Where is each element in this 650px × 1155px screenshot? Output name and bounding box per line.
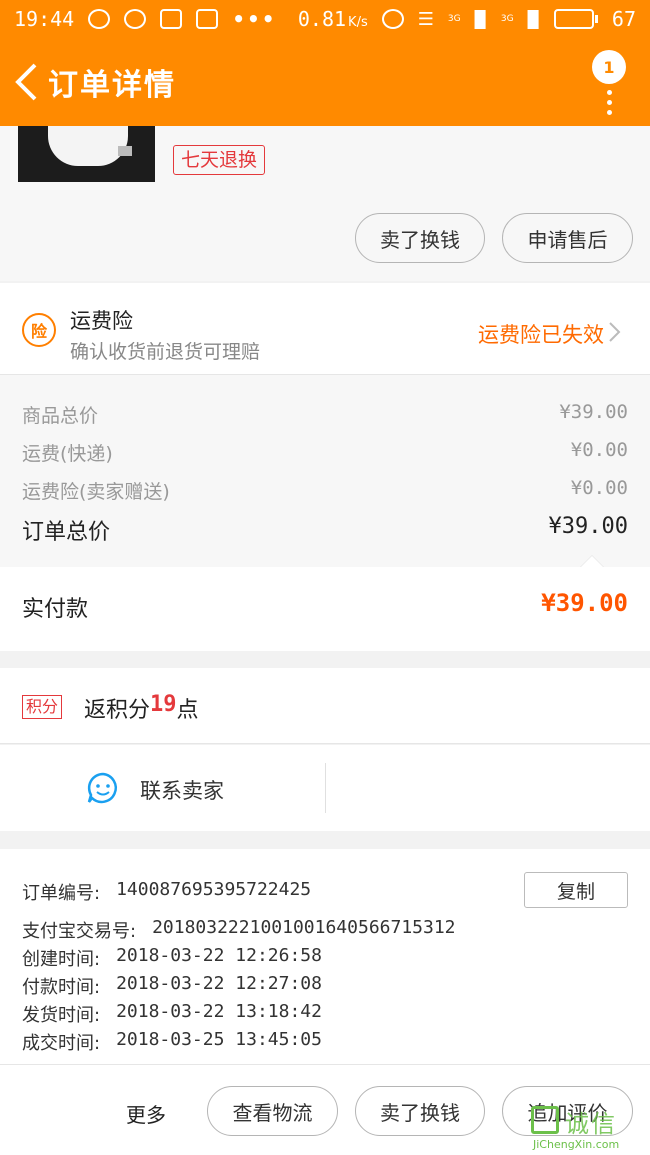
paid-time-row: 付款时间: 2018-03-22 12:27:08 [22,973,322,999]
pocket-icon [196,9,219,29]
more-notifications-icon: ••• [232,7,277,31]
info-value: 2018-03-22 12:27:08 [116,973,322,994]
net-speed: 0.81 [297,7,347,31]
seven-day-return-tag: 七天退换 [173,145,266,175]
order-total-label: 订单总价 [22,520,111,545]
top-header: 19:44 ••• 0.81 K/s ☰ 3G ▉ 3G ▉ 67 订单详情 1 [0,0,650,126]
info-label: 发货时间: [22,1005,101,1026]
shipped-time-row: 发货时间: 2018-03-22 13:18:42 [22,1001,322,1027]
qq-icon [124,9,147,29]
info-label: 付款时间: [22,977,101,998]
app-notification-icon [88,9,111,29]
price-label: 运费险(卖家赠送) [22,481,170,503]
price-value: ¥39.00 [559,401,628,423]
chevron-right-icon [609,322,621,342]
vertical-dots-icon [607,90,613,120]
points-row: 积分 返积分 19 点 [0,668,650,744]
info-value: 2018-03-22 12:26:58 [116,945,322,966]
signal-2-label: 3G [500,14,514,24]
order-total-row: 订单总价 ¥39.00 [22,514,628,546]
info-label: 订单编号: [22,883,101,904]
signal-1-label: 3G [447,14,461,24]
battery-percent: 67 [611,7,636,31]
points-text: 返积分 19 点 [84,692,199,724]
actual-payment-label: 实付款 [22,597,89,622]
info-value: 2018-03-25 13:45:05 [116,1029,322,1050]
price-row: 运费险(卖家赠送) ¥0.00 [22,477,628,504]
battery-icon [553,9,598,29]
sell-for-cash-button[interactable]: 卖了换钱 [355,213,485,263]
points-badge: 积分 [22,695,63,719]
back-button[interactable] [4,38,48,126]
net-speed-unit: K/s [348,15,368,30]
add-review-button[interactable]: 追加评价 [502,1086,633,1136]
contact-seller-button[interactable]: 联系卖家 [0,745,325,831]
order-total-value: ¥39.00 [548,514,628,539]
price-label: 运费(快递) [22,443,113,465]
page-title: 订单详情 [48,68,176,103]
alipay-trade-row: 支付宝交易号: 2018032221001001640566715312 [22,917,456,943]
signal-2-icon: ▉ [527,9,540,29]
points-count: 19 [150,692,177,717]
copy-button[interactable]: 复制 [524,872,628,908]
price-breakdown: 商品总价 ¥39.00 运费(快递) ¥0.00 运费险(卖家赠送) ¥0.00… [0,375,650,567]
alarm-icon [381,9,404,29]
wifi-icon: ☰ [417,8,434,30]
price-label: 商品总价 [22,405,99,427]
divider [325,763,326,813]
order-number-row: 订单编号: 1400876953957224​25 [22,879,311,905]
chat-smile-icon [87,772,117,804]
info-label: 创建时间: [22,949,101,970]
info-label: 成交时间: [22,1033,101,1054]
info-label: 支付宝交易号: [22,921,137,942]
completed-time-row: 成交时间: 2018-03-25 13:45:05 [22,1029,322,1055]
insurance-subtitle: 确认收货前退货可理赔 [70,341,261,363]
created-time-row: 创建时间: 2018-03-22 12:26:58 [22,945,322,971]
shipping-insurance-row[interactable]: 险 运费险 确认收货前退货可理赔 运费险已失效 [0,283,650,375]
status-bar: 19:44 ••• 0.81 K/s ☰ 3G ▉ 3G ▉ 67 [0,0,650,38]
price-value: ¥0.00 [570,439,628,461]
mail-icon [160,9,183,29]
points-prefix: 返积分 [84,698,151,723]
contact-seller-label: 联系卖家 [140,779,224,803]
actual-payment-value: ¥39.00 [541,589,628,617]
bottom-action-bar: 更多 查看物流 卖了换钱 追加评价 [0,1064,650,1155]
insurance-icon: 险 [22,313,56,347]
more-button[interactable]: 更多 [126,1099,166,1128]
price-row: 运费(快递) ¥0.00 [22,439,628,466]
sell-for-cash-bottom-button[interactable]: 卖了换钱 [355,1086,485,1136]
nav-bar: 订单详情 1 [0,38,650,126]
order-number: 1400876953957224​25 [116,879,312,900]
order-info: 订单编号: 1400876953957224​25 复制 支付宝交易号: 201… [0,849,650,1064]
price-value: ¥0.00 [570,477,628,499]
price-row: 商品总价 ¥39.00 [22,401,628,428]
notification-badge: 1 [592,50,626,84]
alipay-trade-number: 2018032221001001640566715312 [152,917,456,938]
chevron-left-icon [15,63,37,101]
product-image[interactable] [18,126,155,182]
caret-up-icon [580,555,604,567]
more-menu-button[interactable]: 1 [592,50,628,120]
signal-1-icon: ▉ [474,9,487,29]
view-logistics-button[interactable]: 查看物流 [207,1086,338,1136]
status-time: 19:44 [14,7,75,31]
insurance-status: 运费险已失效 [478,323,604,347]
insurance-title: 运费险 [70,309,133,333]
product-section: 七天退换 卖了换钱 申请售后 [0,126,650,281]
info-value: 2018-03-22 13:18:42 [116,1001,322,1022]
after-sales-button[interactable]: 申请售后 [502,213,633,263]
contact-section: 联系卖家 [0,745,650,831]
actual-payment-row: 实付款 ¥39.00 [0,567,650,651]
points-suffix: 点 [176,698,199,723]
